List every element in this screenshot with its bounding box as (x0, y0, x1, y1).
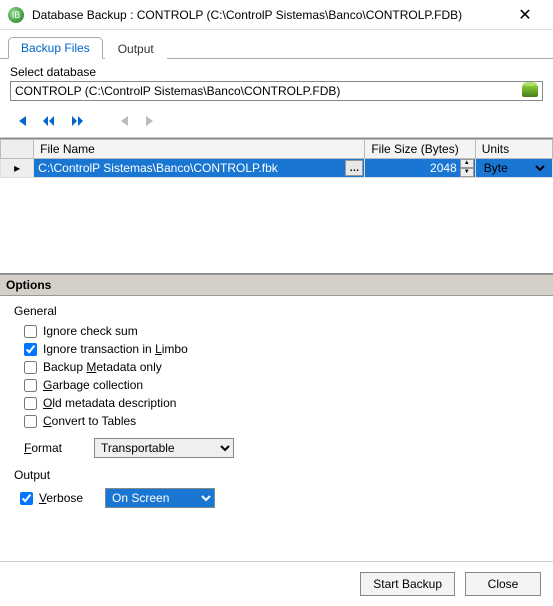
grid-toolbar (0, 105, 553, 138)
label-garbage[interactable]: Garbage collection (43, 378, 143, 392)
cell-units[interactable]: Byte (475, 159, 552, 178)
toolbar-btn-remove (140, 111, 162, 131)
cell-file-size[interactable]: 2048 ▲▼ (365, 159, 475, 178)
grid-empty-area (0, 178, 553, 273)
checkbox-ignore-checksum[interactable] (24, 325, 37, 338)
close-button[interactable]: Close (465, 572, 541, 596)
label-ignore-limbo[interactable]: Ignore transaction in Limbo (43, 342, 188, 356)
units-select[interactable]: Byte (480, 160, 548, 176)
label-verbose[interactable]: Verbose (39, 491, 105, 505)
toolbar-btn-first[interactable] (10, 111, 32, 131)
options-panel: General Ignore check sum Ignore transact… (0, 296, 553, 462)
tabbar: Backup Files Output (0, 30, 553, 59)
window-title: Database Backup : CONTROLP (C:\ControlP … (32, 8, 505, 22)
app-icon: IB (8, 7, 24, 23)
label-ignore-checksum[interactable]: Ignore check sum (43, 324, 138, 338)
options-header: Options (0, 274, 553, 296)
files-grid: File Name File Size (Bytes) Units ▸ C:\C… (0, 138, 553, 274)
content: Select database File Nam (0, 59, 553, 606)
label-metadata-only[interactable]: Backup Metadata only (43, 360, 162, 374)
select-db-section: Select database (0, 59, 553, 105)
verbose-select[interactable]: On Screen (105, 488, 215, 508)
checkbox-metadata-only[interactable] (24, 361, 37, 374)
cell-file-size-text: 2048 (430, 161, 457, 175)
output-section: Output Verbose On Screen (0, 462, 553, 518)
toolbar-btn-add (112, 111, 134, 131)
tab-backup-files[interactable]: Backup Files (8, 37, 103, 59)
db-input-row (10, 81, 543, 101)
db-input[interactable] (15, 84, 522, 98)
format-select[interactable]: Transportable (94, 438, 234, 458)
footer: Start Backup Close (0, 561, 553, 606)
database-icon[interactable] (522, 85, 538, 97)
checkbox-old-metadata[interactable] (24, 397, 37, 410)
general-label: General (14, 304, 539, 318)
size-spinner[interactable]: ▲▼ (460, 159, 474, 177)
format-label: Format (24, 441, 94, 455)
close-window-button[interactable]: ✕ (505, 5, 545, 25)
label-convert-tables[interactable]: Convert to Tables (43, 414, 136, 428)
start-backup-button[interactable]: Start Backup (360, 572, 455, 596)
grid-corner (1, 140, 34, 159)
col-units[interactable]: Units (475, 140, 552, 159)
file-browse-button[interactable]: … (345, 160, 363, 176)
output-label: Output (14, 468, 539, 482)
col-file-size[interactable]: File Size (Bytes) (365, 140, 475, 159)
checkbox-convert-tables[interactable] (24, 415, 37, 428)
table-row[interactable]: ▸ C:\ControlP Sistemas\Banco\CONTROLP.fb… (1, 159, 553, 178)
toolbar-btn-prev[interactable] (38, 111, 60, 131)
label-old-metadata[interactable]: Old metadata description (43, 396, 176, 410)
checkbox-verbose[interactable] (20, 492, 33, 505)
tab-output[interactable]: Output (105, 38, 167, 59)
cell-file-name-text: C:\ControlP Sistemas\Banco\CONTROLP.fbk (38, 161, 278, 175)
col-file-name[interactable]: File Name (34, 140, 365, 159)
toolbar-btn-next[interactable] (66, 111, 88, 131)
checkbox-ignore-limbo[interactable] (24, 343, 37, 356)
titlebar: IB Database Backup : CONTROLP (C:\Contro… (0, 0, 553, 30)
checkbox-garbage[interactable] (24, 379, 37, 392)
cell-file-name[interactable]: C:\ControlP Sistemas\Banco\CONTROLP.fbk … (34, 159, 365, 178)
row-marker-icon: ▸ (1, 159, 34, 178)
select-db-label: Select database (10, 65, 543, 79)
